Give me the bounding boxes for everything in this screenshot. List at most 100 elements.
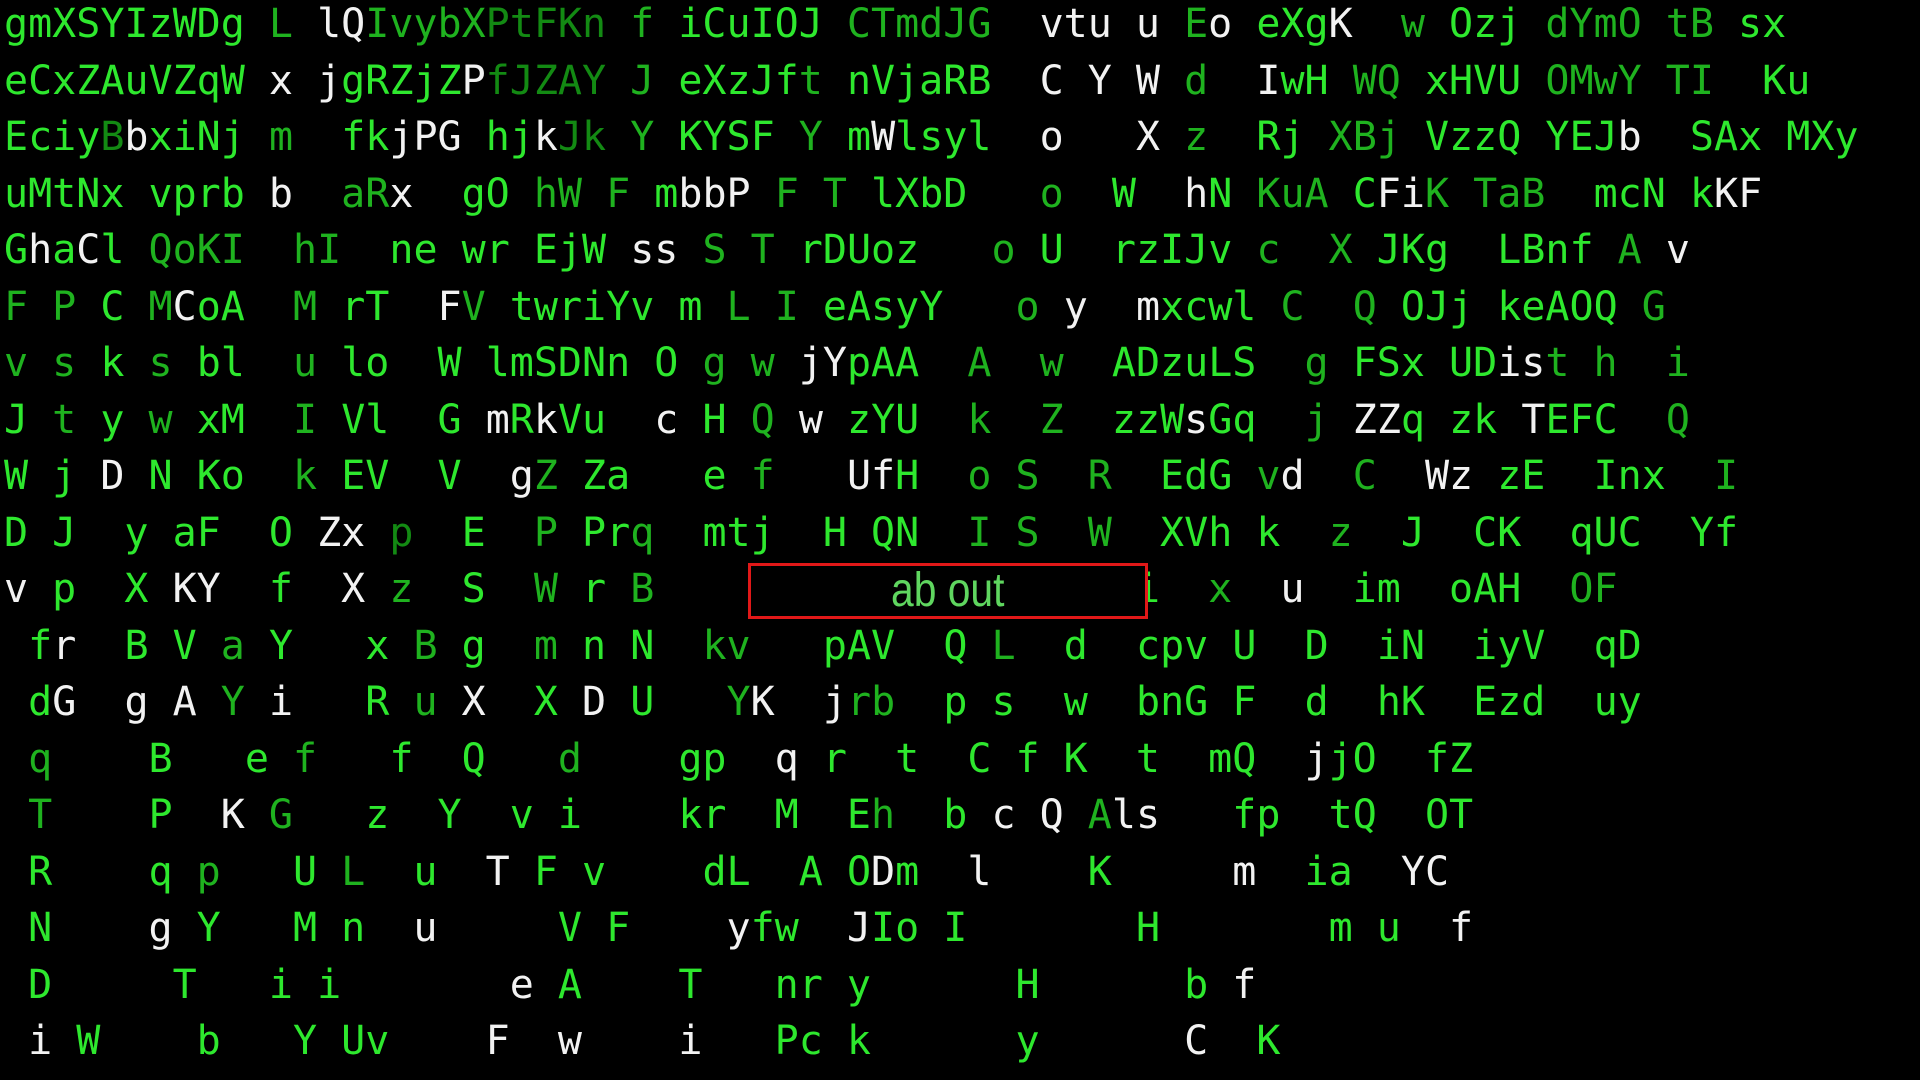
code-glyphs: V bbox=[461, 284, 510, 330]
code-glyphs: iN bbox=[1376, 623, 1474, 669]
code-glyphs: zE bbox=[1497, 453, 1594, 499]
code-glyphs: Q bbox=[943, 623, 992, 669]
code-glyphs: G bbox=[437, 397, 486, 443]
code-glyphs: e bbox=[702, 453, 751, 499]
code-glyphs: m bbox=[678, 284, 727, 330]
code-glyphs: XBj bbox=[1328, 114, 1425, 160]
code-glyphs: b bbox=[943, 792, 992, 838]
code-glyphs: J bbox=[846, 905, 872, 951]
code-glyphs: P bbox=[52, 284, 101, 330]
code-glyphs: KuA bbox=[1256, 171, 1353, 217]
code-glyphs: d bbox=[557, 736, 679, 782]
code-glyphs: qUC bbox=[1569, 510, 1690, 556]
code-rain-row: EciyBbxiNj m fkjPG hjkJk Y KYSF Y mWlsyl… bbox=[4, 109, 1858, 165]
matrix-screen: gmXSYIzWDg L lQIvybXPtFKn f iCuIOJ CTmdJ… bbox=[0, 0, 1920, 1080]
code-glyphs: K bbox=[1063, 736, 1136, 782]
code-glyphs: n bbox=[341, 905, 414, 951]
code-glyphs: Gq bbox=[1208, 397, 1305, 443]
code-glyphs: N bbox=[630, 623, 703, 669]
code-glyphs: b bbox=[124, 114, 149, 160]
code-glyphs: Q bbox=[1352, 284, 1401, 330]
code-glyphs: XVh bbox=[1160, 510, 1257, 556]
code-glyphs: C Y W bbox=[1039, 58, 1185, 104]
code-glyphs: X bbox=[124, 566, 173, 612]
code-glyphs: OF bbox=[1569, 566, 1618, 612]
code-glyphs: e bbox=[244, 736, 293, 782]
code-glyphs: g bbox=[702, 340, 751, 386]
code-glyphs: P bbox=[148, 792, 221, 838]
code-glyphs: aF bbox=[172, 510, 269, 556]
code-glyphs: f bbox=[1232, 962, 1257, 1008]
code-glyphs: I bbox=[1713, 453, 1739, 499]
code-glyphs: C bbox=[1184, 1018, 1257, 1064]
code-glyphs: A bbox=[1617, 227, 1666, 273]
code-glyphs: I bbox=[943, 905, 1136, 951]
code-glyphs: EV bbox=[341, 453, 438, 499]
code-glyphs: fJZAY bbox=[485, 58, 631, 104]
code-glyphs: Y bbox=[268, 623, 366, 669]
about-button[interactable]: ab out bbox=[748, 563, 1148, 619]
code-glyphs: hW bbox=[533, 171, 607, 217]
code-glyphs: F bbox=[606, 905, 727, 951]
code-glyphs: g bbox=[509, 453, 534, 499]
code-glyphs: s bbox=[148, 340, 197, 386]
code-glyphs: rzIJv bbox=[1111, 227, 1257, 273]
code-glyphs: gp bbox=[678, 736, 775, 782]
code-glyphs: jO bbox=[1328, 736, 1425, 782]
code-glyphs: X bbox=[341, 566, 390, 612]
code-glyphs: bbP bbox=[678, 171, 775, 217]
code-glyphs: g bbox=[1304, 340, 1353, 386]
code-glyphs: lmSDNn bbox=[485, 340, 655, 386]
code-glyphs: EFC bbox=[1545, 397, 1666, 443]
code-glyphs: U bbox=[630, 679, 727, 725]
code-glyphs: FSx bbox=[1352, 340, 1450, 386]
code-glyphs: i bbox=[268, 679, 366, 725]
code-glyphs: T bbox=[172, 962, 269, 1008]
code-glyphs: i bbox=[317, 962, 510, 1008]
code-glyphs: ADzuLS bbox=[1111, 340, 1305, 386]
code-glyphs: i bbox=[1665, 340, 1690, 386]
code-glyphs: q bbox=[630, 510, 703, 556]
code-glyphs: m bbox=[485, 397, 510, 443]
code-glyphs: Ozj bbox=[1449, 1, 1546, 47]
code-glyphs: S bbox=[702, 227, 751, 273]
code-glyphs: zk bbox=[1449, 397, 1522, 443]
code-glyphs: U bbox=[293, 849, 342, 895]
code-glyphs: q bbox=[148, 849, 197, 895]
code-glyphs: R bbox=[4, 849, 149, 895]
code-glyphs: I bbox=[293, 397, 342, 443]
code-glyphs: lXbD bbox=[871, 171, 1016, 217]
code-glyphs: J bbox=[52, 510, 125, 556]
code-glyphs: k bbox=[100, 340, 149, 386]
code-glyphs: v bbox=[4, 340, 53, 386]
code-glyphs: y bbox=[100, 397, 149, 443]
code-glyphs: LBnf bbox=[1497, 227, 1618, 273]
code-glyphs: hI bbox=[293, 227, 390, 273]
code-glyphs: X bbox=[1328, 227, 1377, 273]
code-glyphs: fw bbox=[750, 905, 847, 951]
code-glyphs: w bbox=[798, 397, 847, 443]
code-glyphs: eXzJf bbox=[678, 58, 799, 104]
code-rain-row: eCxZAuVZqW x jgRZjZPfJZAY J eXzJft nVjaR… bbox=[4, 53, 1810, 109]
code-glyphs: l bbox=[967, 849, 1088, 895]
code-glyphs: y bbox=[846, 962, 1016, 1008]
code-glyphs: OJj bbox=[1400, 284, 1498, 330]
code-glyphs: gRZjZ bbox=[341, 58, 462, 104]
code-glyphs: Pr bbox=[582, 510, 631, 556]
code-glyphs: k bbox=[1689, 171, 1714, 217]
code-glyphs: k bbox=[846, 1018, 1016, 1064]
code-glyphs: b bbox=[196, 1018, 293, 1064]
code-glyphs: EjW bbox=[533, 227, 631, 273]
code-glyphs: H bbox=[895, 453, 968, 499]
code-glyphs: F bbox=[533, 849, 583, 895]
code-glyphs: k bbox=[293, 453, 342, 499]
code-rain-row: T P K G z Y v i kr M Eh b c Q Als fp tQ … bbox=[4, 787, 1473, 843]
code-glyphs: iCuIOJ bbox=[678, 1, 847, 47]
code-glyphs: B bbox=[100, 114, 125, 160]
code-glyphs: D bbox=[4, 510, 53, 556]
code-glyphs: u bbox=[413, 679, 462, 725]
code-glyphs: D bbox=[1304, 623, 1377, 669]
code-glyphs: f bbox=[630, 1, 679, 47]
code-glyphs: eAsyY bbox=[822, 284, 992, 330]
code-glyphs: Y bbox=[220, 679, 269, 725]
